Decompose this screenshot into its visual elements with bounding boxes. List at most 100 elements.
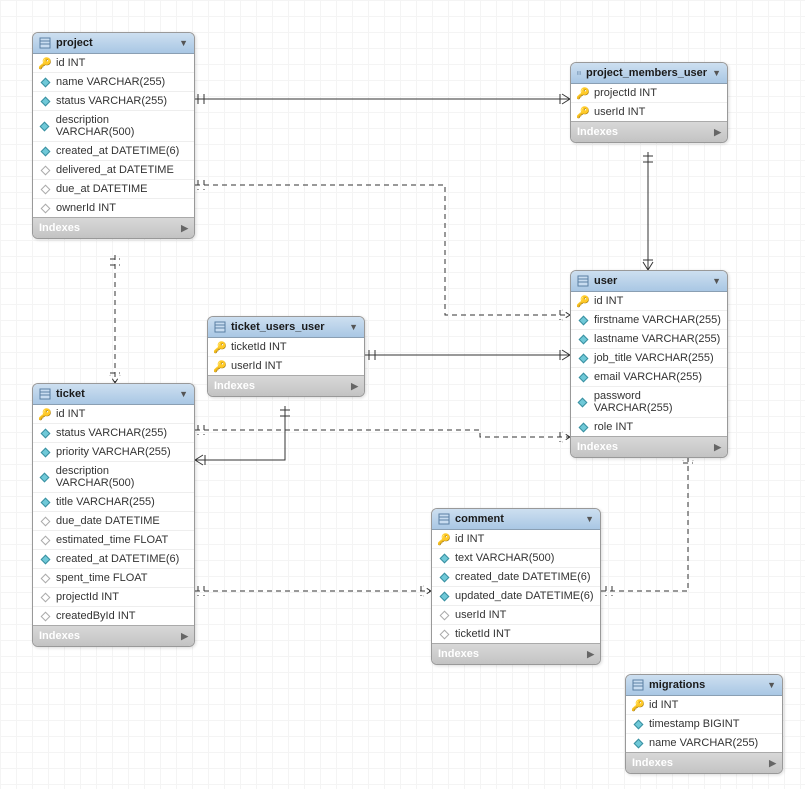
entity-ticket-users-user[interactable]: ticket_users_user ▼ 🔑ticketId INT 🔑 userI… [207,316,365,397]
table-icon [577,275,589,287]
column-text: email VARCHAR(255) [594,371,702,383]
column-row[interactable]: priority VARCHAR(255) [33,443,194,462]
entity-header[interactable]: project_members_user ▼ [571,63,727,84]
entity-header[interactable]: ticket ▼ [33,384,194,405]
indexes-label: Indexes [214,380,255,392]
column-row[interactable]: created_date DATETIME(6) [432,568,600,587]
entity-project-members-user[interactable]: project_members_user ▼ 🔑projectId INT 🔑 u… [570,62,728,143]
column-text: created_at DATETIME(6) [56,145,179,157]
entity-header[interactable]: ticket_users_user ▼ [208,317,364,338]
column-row[interactable]: timestamp BIGINT [626,715,782,734]
indexes-section[interactable]: Indexes ▶ [626,752,782,773]
key-icon: 🔑 [438,533,450,545]
entity-header[interactable]: project ▼ [33,33,194,54]
column-row[interactable]: createdById INT [33,607,194,625]
diamond-icon [438,609,450,621]
column-row[interactable]: 🔑id INT [432,530,600,549]
column-row[interactable]: role INT [571,418,727,436]
column-text: due_at DATETIME [56,183,148,195]
column-row[interactable]: description VARCHAR(500) [33,462,194,493]
column-row[interactable]: status VARCHAR(255) [33,424,194,443]
diamond-icon [577,314,589,326]
entity-title: comment [455,513,504,525]
column-row[interactable]: ownerId INT [33,199,194,217]
column-row[interactable]: 🔑id INT [33,54,194,73]
diamond-icon [39,610,51,622]
chevron-down-icon: ▼ [767,680,776,690]
entity-title: migrations [649,679,705,691]
indexes-section[interactable]: Indexes ▶ [33,625,194,646]
entity-body: 🔑ticketId INT 🔑 userId INT [208,338,364,375]
fk-key-icon: 🔑 [214,360,226,372]
column-row[interactable]: updated_date DATETIME(6) [432,587,600,606]
column-text: userId INT [231,360,282,372]
entity-title: project [56,37,93,49]
indexes-section[interactable]: Indexes ▶ [571,436,727,457]
column-row[interactable]: name VARCHAR(255) [626,734,782,752]
column-row[interactable]: 🔑id INT [626,696,782,715]
column-row[interactable]: job_title VARCHAR(255) [571,349,727,368]
column-row[interactable]: ticketId INT [432,625,600,643]
diamond-icon [39,164,51,176]
fk-key-icon: 🔑 [577,87,589,99]
column-row[interactable]: text VARCHAR(500) [432,549,600,568]
entity-title: user [594,275,617,287]
column-row[interactable]: 🔑id INT [571,292,727,311]
entity-body: 🔑id INT status VARCHAR(255) priority VAR… [33,405,194,625]
column-row[interactable]: delivered_at DATETIME [33,161,194,180]
column-text: userId INT [594,106,645,118]
indexes-label: Indexes [577,126,618,138]
column-row[interactable]: due_date DATETIME [33,512,194,531]
column-row[interactable]: spent_time FLOAT [33,569,194,588]
column-row[interactable]: 🔑id INT [33,405,194,424]
column-text: userId INT [455,609,506,621]
entity-migrations[interactable]: migrations ▼ 🔑id INT timestamp BIGINT na… [625,674,783,774]
diamond-icon [39,202,51,214]
column-text: job_title VARCHAR(255) [594,352,714,364]
entity-project[interactable]: project ▼ 🔑id INT name VARCHAR(255) stat… [32,32,195,239]
column-row[interactable]: due_at DATETIME [33,180,194,199]
entity-header[interactable]: migrations ▼ [626,675,782,696]
entity-comment[interactable]: comment ▼ 🔑id INT text VARCHAR(500) crea… [431,508,601,665]
entity-ticket[interactable]: ticket ▼ 🔑id INT status VARCHAR(255) pri… [32,383,195,647]
entity-user[interactable]: user ▼ 🔑id INT firstname VARCHAR(255) la… [570,270,728,458]
indexes-section[interactable]: Indexes ▶ [33,217,194,238]
column-row[interactable]: 🔑 userId INT [208,357,364,375]
column-row[interactable]: lastname VARCHAR(255) [571,330,727,349]
indexes-section[interactable]: Indexes ▶ [208,375,364,396]
column-row[interactable]: created_at DATETIME(6) [33,142,194,161]
column-row[interactable]: 🔑 userId INT [571,103,727,121]
diamond-icon [39,534,51,546]
column-row[interactable]: created_at DATETIME(6) [33,550,194,569]
indexes-section[interactable]: Indexes ▶ [432,643,600,664]
column-text: id INT [56,57,85,69]
column-row[interactable]: userId INT [432,606,600,625]
diamond-icon [577,421,589,433]
fk-key-icon: 🔑 [214,341,226,353]
diamond-icon [39,496,51,508]
column-row[interactable]: projectId INT [33,588,194,607]
column-row[interactable]: password VARCHAR(255) [571,387,727,418]
diamond-icon [577,371,589,383]
indexes-label: Indexes [577,441,618,453]
entity-title: ticket_users_user [231,321,325,333]
table-icon [632,679,644,691]
column-text: priority VARCHAR(255) [56,446,171,458]
column-text: status VARCHAR(255) [56,427,167,439]
column-row[interactable]: 🔑ticketId INT [208,338,364,357]
indexes-label: Indexes [632,757,673,769]
diamond-icon [632,718,644,730]
column-row[interactable]: estimated_time FLOAT [33,531,194,550]
indexes-section[interactable]: Indexes ▶ [571,121,727,142]
entity-header[interactable]: comment ▼ [432,509,600,530]
column-row[interactable]: description VARCHAR(500) [33,111,194,142]
fk-key-icon: 🔑 [577,106,589,118]
diamond-icon [632,737,644,749]
column-row[interactable]: firstname VARCHAR(255) [571,311,727,330]
column-row[interactable]: email VARCHAR(255) [571,368,727,387]
column-row[interactable]: 🔑projectId INT [571,84,727,103]
column-row[interactable]: status VARCHAR(255) [33,92,194,111]
column-row[interactable]: name VARCHAR(255) [33,73,194,92]
entity-header[interactable]: user ▼ [571,271,727,292]
column-row[interactable]: title VARCHAR(255) [33,493,194,512]
